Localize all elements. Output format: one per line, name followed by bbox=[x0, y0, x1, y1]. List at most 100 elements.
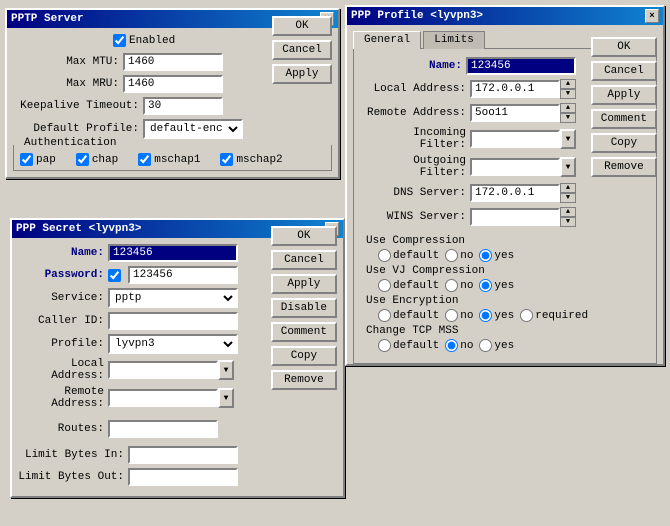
vj-no-label[interactable]: no bbox=[445, 279, 473, 292]
vj-no-radio[interactable] bbox=[445, 279, 458, 292]
max-mtu-label: Max MTU: bbox=[13, 56, 123, 68]
password-checkbox-label[interactable] bbox=[108, 269, 128, 282]
vj-yes-radio[interactable] bbox=[479, 279, 492, 292]
profile-dns-input[interactable] bbox=[470, 184, 560, 202]
profile-wins-up[interactable]: ▲ bbox=[560, 207, 576, 217]
secret-apply-button[interactable]: Apply bbox=[271, 274, 337, 294]
enc-default-radio[interactable] bbox=[378, 309, 391, 322]
tab-general[interactable]: General bbox=[353, 31, 421, 49]
tab-limits[interactable]: Limits bbox=[423, 31, 485, 49]
profile-comment-button[interactable]: Comment bbox=[591, 109, 657, 129]
mschap1-checkbox[interactable] bbox=[138, 153, 151, 166]
mschap1-checkbox-label[interactable]: mschap1 bbox=[138, 153, 200, 166]
secret-lbi-input[interactable] bbox=[128, 446, 238, 464]
vj-default-radio[interactable] bbox=[378, 279, 391, 292]
secret-lbo-input[interactable] bbox=[128, 468, 238, 486]
profile-copy-button[interactable]: Copy bbox=[591, 133, 657, 153]
ppp-profile-title: PPP Profile <lyvpn3> bbox=[351, 10, 483, 22]
enc-no-text: no bbox=[460, 310, 473, 322]
compression-default-radio[interactable] bbox=[378, 249, 391, 262]
profile-dns-down[interactable]: ▼ bbox=[560, 193, 576, 203]
vj-yes-label[interactable]: yes bbox=[479, 279, 514, 292]
chap-checkbox-label[interactable]: chap bbox=[76, 153, 118, 166]
profile-name-input[interactable] bbox=[466, 57, 576, 75]
profile-dns-up[interactable]: ▲ bbox=[560, 183, 576, 193]
enabled-checkbox[interactable] bbox=[113, 34, 126, 47]
secret-local-arrow[interactable]: ▼ bbox=[218, 360, 234, 380]
pptp-cancel-button[interactable]: Cancel bbox=[272, 40, 332, 60]
max-mru-input[interactable] bbox=[123, 75, 223, 93]
pptp-ok-button[interactable]: OK bbox=[272, 16, 332, 36]
enc-default-label[interactable]: default bbox=[378, 309, 439, 322]
profile-wins-down[interactable]: ▼ bbox=[560, 217, 576, 227]
pap-checkbox-label[interactable]: pap bbox=[20, 153, 56, 166]
mschap2-checkbox[interactable] bbox=[220, 153, 233, 166]
secret-copy-button[interactable]: Copy bbox=[271, 346, 337, 366]
tcp-default-label[interactable]: default bbox=[378, 339, 439, 352]
keepalive-input[interactable] bbox=[143, 97, 223, 115]
vj-default-label[interactable]: default bbox=[378, 279, 439, 292]
profile-local-down[interactable]: ▼ bbox=[560, 89, 576, 99]
max-mtu-input[interactable] bbox=[123, 53, 223, 71]
enc-required-radio[interactable] bbox=[520, 309, 533, 322]
enc-yes-radio[interactable] bbox=[479, 309, 492, 322]
ppp-secret-title: PPP Secret <lyvpn3> bbox=[16, 223, 141, 235]
profile-outgoing-input[interactable] bbox=[470, 158, 560, 176]
secret-disable-button[interactable]: Disable bbox=[271, 298, 337, 318]
secret-service-select[interactable]: pptp bbox=[108, 288, 238, 308]
profile-apply-button[interactable]: Apply bbox=[591, 85, 657, 105]
profile-wins-input[interactable] bbox=[470, 208, 560, 226]
profile-outgoing-label: Outgoing Filter: bbox=[362, 155, 470, 179]
secret-comment-button[interactable]: Comment bbox=[271, 322, 337, 342]
secret-callerid-input[interactable] bbox=[108, 312, 238, 330]
tcp-yes-label[interactable]: yes bbox=[479, 339, 514, 352]
enabled-checkbox-label[interactable]: Enabled bbox=[113, 34, 175, 47]
profile-local-up[interactable]: ▲ bbox=[560, 79, 576, 89]
secret-local-input[interactable] bbox=[108, 361, 218, 379]
enc-no-radio[interactable] bbox=[445, 309, 458, 322]
mschap1-label: mschap1 bbox=[154, 154, 200, 166]
enc-no-label[interactable]: no bbox=[445, 309, 473, 322]
compression-yes-radio[interactable] bbox=[479, 249, 492, 262]
secret-name-input[interactable] bbox=[108, 244, 238, 262]
pap-checkbox[interactable] bbox=[20, 153, 33, 166]
profile-incoming-input[interactable] bbox=[470, 130, 560, 148]
secret-profile-select[interactable]: lyvpn3 bbox=[108, 334, 238, 354]
default-profile-select[interactable]: default-encryptior bbox=[143, 119, 243, 139]
enc-yes-label[interactable]: yes bbox=[479, 309, 514, 322]
secret-password-input[interactable] bbox=[128, 266, 238, 284]
compression-default-label[interactable]: default bbox=[378, 249, 439, 262]
secret-routes-input[interactable] bbox=[108, 420, 218, 438]
secret-ok-button[interactable]: OK bbox=[271, 226, 337, 246]
profile-outgoing-arrow[interactable]: ▼ bbox=[560, 157, 576, 177]
profile-ok-button[interactable]: OK bbox=[591, 37, 657, 57]
profile-cancel-button[interactable]: Cancel bbox=[591, 61, 657, 81]
profile-remote-down[interactable]: ▼ bbox=[560, 113, 576, 123]
mschap2-checkbox-label[interactable]: mschap2 bbox=[220, 153, 282, 166]
enc-required-label[interactable]: required bbox=[520, 309, 588, 322]
profile-remove-button[interactable]: Remove bbox=[591, 157, 657, 177]
compression-no-label[interactable]: no bbox=[445, 249, 473, 262]
secret-remote-input[interactable] bbox=[108, 389, 218, 407]
pptp-apply-button[interactable]: Apply bbox=[272, 64, 332, 84]
tcp-default-radio[interactable] bbox=[378, 339, 391, 352]
secret-remove-button[interactable]: Remove bbox=[271, 370, 337, 390]
tcp-no-label[interactable]: no bbox=[445, 339, 473, 352]
profile-incoming-arrow[interactable]: ▼ bbox=[560, 129, 576, 149]
secret-name-label: Name: bbox=[18, 247, 108, 259]
secret-local-label: Local Address: bbox=[18, 358, 108, 382]
ppp-profile-close[interactable]: × bbox=[645, 9, 659, 23]
secret-remote-arrow[interactable]: ▼ bbox=[218, 388, 234, 408]
profile-remote-up[interactable]: ▲ bbox=[560, 103, 576, 113]
profile-remote-input[interactable] bbox=[470, 104, 560, 122]
password-checkbox[interactable] bbox=[108, 269, 121, 282]
compression-no-radio[interactable] bbox=[445, 249, 458, 262]
tcp-yes-radio[interactable] bbox=[479, 339, 492, 352]
tcp-no-radio[interactable] bbox=[445, 339, 458, 352]
compression-yes-label[interactable]: yes bbox=[479, 249, 514, 262]
tcp-no-text: no bbox=[460, 340, 473, 352]
secret-cancel-button[interactable]: Cancel bbox=[271, 250, 337, 270]
profile-local-input[interactable] bbox=[470, 80, 560, 98]
chap-checkbox[interactable] bbox=[76, 153, 89, 166]
pap-label: pap bbox=[36, 154, 56, 166]
